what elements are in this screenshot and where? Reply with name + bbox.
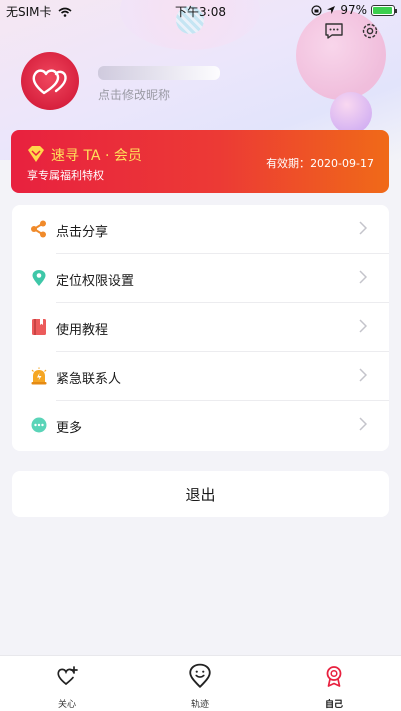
chevron-right-icon	[359, 417, 367, 431]
menu-item-share[interactable]: 点击分享	[12, 205, 389, 254]
diamond-icon	[28, 146, 44, 162]
settings-button[interactable]	[359, 20, 381, 42]
chevron-right-icon	[359, 319, 367, 333]
avatar[interactable]	[21, 52, 79, 110]
double-heart-logo-icon	[32, 69, 67, 95]
tab-self[interactable]: 自己	[294, 656, 374, 711]
alarm-icon	[31, 367, 47, 385]
menu-item-label: 更多	[56, 421, 83, 436]
settings-menu: 点击分享 定位权限设置 使用教程 紧急联系人 更多	[12, 205, 389, 451]
location-pin-icon	[32, 270, 46, 286]
status-right: 97%	[311, 3, 397, 17]
vip-expiry: 有效期：2020-09-17	[266, 155, 374, 171]
message-icon	[325, 23, 343, 39]
decor-bubble	[330, 92, 372, 134]
tab-bar: 关心 轨迹 自己	[0, 655, 401, 711]
menu-item-more[interactable]: 更多	[12, 401, 389, 450]
logout-button[interactable]: 退出	[12, 471, 389, 517]
battery-icon	[371, 4, 397, 16]
vip-subtitle: 享专属福利特权	[27, 169, 104, 182]
chevron-right-icon	[359, 221, 367, 235]
track-icon	[189, 663, 211, 688]
battery-fill	[373, 6, 392, 14]
menu-item-tutorial[interactable]: 使用教程	[12, 303, 389, 352]
tab-label: 自己	[324, 700, 343, 710]
vip-title: 速寻 TA · 会员	[51, 148, 142, 164]
chevron-right-icon	[359, 368, 367, 382]
chevron-right-icon	[359, 270, 367, 284]
orientation-lock-icon	[311, 4, 322, 16]
menu-item-location-permission[interactable]: 定位权限设置	[12, 254, 389, 303]
vip-expiry-date: 2020-09-17	[310, 157, 374, 170]
more-icon	[31, 417, 47, 433]
book-icon	[32, 319, 46, 335]
header-actions	[323, 20, 381, 42]
menu-item-label: 定位权限设置	[56, 274, 135, 289]
message-button[interactable]	[323, 20, 345, 42]
tab-label: 关心	[57, 700, 76, 710]
status-bar: 无SIM卡 下午3:08 97%	[0, 0, 401, 20]
tab-label: 轨迹	[190, 700, 209, 710]
share-icon	[31, 220, 46, 238]
gear-icon	[362, 23, 378, 39]
battery-percent: 97%	[340, 3, 367, 17]
tab-care[interactable]: 关心	[27, 656, 107, 711]
location-arrow-icon	[327, 6, 336, 14]
edit-nickname-hint[interactable]: 点击修改昵称	[98, 86, 170, 103]
heart-plus-icon	[57, 666, 78, 685]
vip-expiry-label: 有效期：	[266, 157, 311, 170]
menu-item-label: 点击分享	[56, 225, 109, 240]
nickname[interactable]	[98, 66, 220, 80]
menu-item-emergency-contact[interactable]: 紧急联系人	[12, 352, 389, 401]
menu-item-label: 紧急联系人	[56, 372, 122, 387]
medal-icon	[326, 666, 342, 687]
logout-label: 退出	[185, 486, 216, 504]
tab-track[interactable]: 轨迹	[160, 656, 240, 711]
menu-item-label: 使用教程	[56, 323, 109, 338]
vip-membership-card[interactable]: 速寻 TA · 会员 享专属福利特权 有效期：2020-09-17	[11, 130, 389, 193]
